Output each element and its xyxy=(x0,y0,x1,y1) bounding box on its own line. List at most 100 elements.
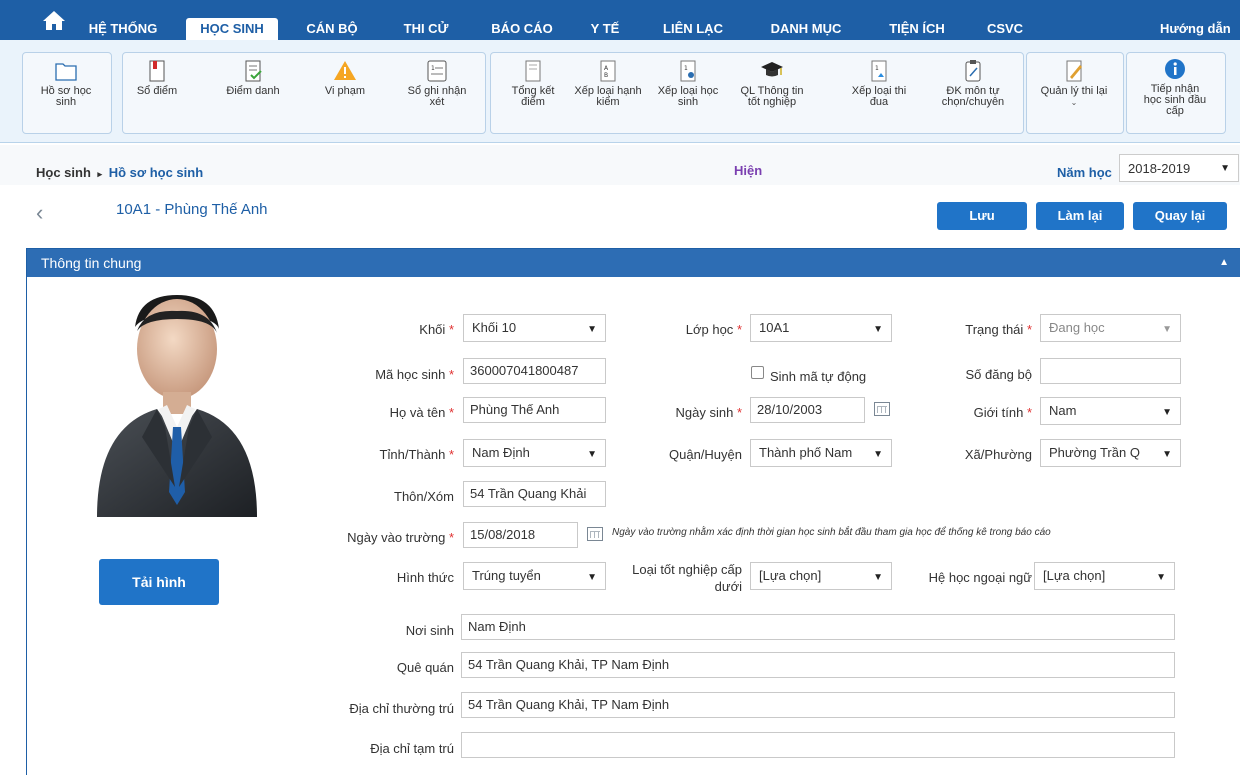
svg-text:1: 1 xyxy=(684,65,688,72)
select-khoi[interactable]: Khối 10 ▼ xyxy=(463,314,606,342)
reset-button[interactable]: Làm lại xyxy=(1036,202,1124,230)
rank-icon: 1 xyxy=(680,60,696,82)
chevron-down-icon: ▼ xyxy=(871,446,883,464)
ribbon-tiep-nhan-hoc-sinh[interactable]: Tiếp nhận học sinh đầu cấp xyxy=(1128,56,1222,117)
chevron-down-icon: ▼ xyxy=(587,572,597,583)
input-dia-chi-tam-tru[interactable] xyxy=(461,732,1175,758)
chevron-down-icon: ▼ xyxy=(1160,446,1172,464)
ribbon-tong-ket-diem[interactable]: Tổng kết điểm xyxy=(498,58,568,108)
ribbon-xep-loai-thi-dua[interactable]: 1 Xếp loại thi đua xyxy=(846,58,912,108)
nav-csvc[interactable]: CSVC xyxy=(980,18,1030,40)
warning-icon xyxy=(334,61,356,80)
label-que-quan: Quê quán xyxy=(396,660,454,675)
breadcrumb-bar: Học sinh ▸ Hồ sơ học sinh Hiện Năm học xyxy=(0,145,1240,185)
ribbon-xep-loai-hoc-sinh[interactable]: 1 Xếp loại học sinh xyxy=(650,58,726,108)
nav-danh-muc[interactable]: DANH MỤC xyxy=(758,18,854,40)
label-tinh-thanh: Tỉnh/Thành * xyxy=(379,447,454,462)
breadcrumb: Học sinh ▸ Hồ sơ học sinh xyxy=(36,165,203,180)
chevron-down-icon: ▼ xyxy=(587,324,597,335)
student-title: 10A1 - Phùng Thế Anh xyxy=(116,201,268,218)
ribbon-quan-ly-thi-lai[interactable]: Quản lý thi lại ⌄ xyxy=(1030,58,1118,108)
ribbon-so-diem[interactable]: Sổ điểm xyxy=(128,58,186,97)
select-hinh-thuc[interactable]: Trúng tuyển ▼ xyxy=(463,562,606,590)
ribbon-so-ghi-nhan-xet[interactable]: 1 Sổ ghi nhận xét xyxy=(396,58,478,108)
breadcrumb-page[interactable]: Hồ sơ học sinh xyxy=(109,165,203,180)
status-text: Hiện xyxy=(734,163,763,178)
select-xa-phuong[interactable]: Phường Trần Q ▼ xyxy=(1040,439,1181,467)
select-lop-hoc[interactable]: 10A1 ▼ xyxy=(750,314,892,342)
panel-title: Thông tin chung xyxy=(41,255,142,271)
ribbon-ho-so-hoc-sinh[interactable]: Hồ sơ học sinh xyxy=(26,58,106,108)
select-quan-huyen[interactable]: Thành phố Nam ▼ xyxy=(750,439,892,467)
chevron-down-icon: ▼ xyxy=(1220,163,1230,174)
save-button[interactable]: Lưu xyxy=(937,202,1027,230)
auto-code-checkbox[interactable] xyxy=(751,366,764,379)
conduct-icon: AB xyxy=(600,60,616,82)
breadcrumb-section[interactable]: Học sinh xyxy=(36,165,91,180)
collapse-icon[interactable]: ▲ xyxy=(1219,249,1229,277)
label-xa-phuong: Xã/Phường xyxy=(964,447,1032,462)
chevron-down-icon: ▼ xyxy=(873,572,883,583)
ribbon-dk-mon-tu-chon[interactable]: ĐK môn tự chọn/chuyên xyxy=(930,58,1016,108)
select-gioi-tinh[interactable]: Nam ▼ xyxy=(1040,397,1181,425)
breadcrumb-separator: ▸ xyxy=(97,169,103,179)
panel-header[interactable]: Thông tin chung ▲ xyxy=(27,249,1240,277)
input-dia-chi-thuong-tru[interactable]: 54 Trần Quang Khải, TP Nam Định xyxy=(461,692,1175,718)
label-noi-sinh: Nơi sinh xyxy=(405,623,454,638)
year-label: Năm học xyxy=(1057,165,1112,180)
nav-help[interactable]: Hướng dẫn xyxy=(1160,18,1240,40)
nav-bao-cao[interactable]: BÁO CÁO xyxy=(484,18,560,40)
nav-thi-cu[interactable]: THI CỬ xyxy=(393,18,459,40)
label-quan-huyen: Quận/Huyện xyxy=(669,447,742,462)
avatar xyxy=(97,295,257,517)
input-noi-sinh[interactable]: Nam Định xyxy=(461,614,1175,640)
nav-tien-ich[interactable]: TIỆN ÍCH xyxy=(877,18,957,40)
chevron-down-icon: ▼ xyxy=(587,449,597,460)
nav-hoc-sinh[interactable]: HỌC SINH xyxy=(186,18,278,40)
summary-icon xyxy=(525,60,541,82)
input-que-quan[interactable]: 54 Trần Quang Khải, TP Nam Định xyxy=(461,652,1175,678)
select-he-ngoai-ngu[interactable]: [Lựa chọn] ▼ xyxy=(1034,562,1175,590)
back-button[interactable]: Quay lại xyxy=(1133,202,1227,230)
home-icon[interactable] xyxy=(40,6,68,34)
input-thon-xom[interactable]: 54 Trần Quang Khải xyxy=(463,481,606,507)
nav-y-te[interactable]: Y TẾ xyxy=(585,18,625,40)
label-gioi-tinh: Giới tính * xyxy=(973,405,1032,420)
label-ma-hoc-sinh: Mã học sinh * xyxy=(375,367,454,382)
back-chevron-icon[interactable]: ‹ xyxy=(36,200,43,226)
nav-can-bo[interactable]: CÁN BỘ xyxy=(300,18,364,40)
select-tinh-thanh[interactable]: Nam Định ▼ xyxy=(463,439,606,467)
select-loai-tot-nghiep[interactable]: [Lựa chọn] ▼ xyxy=(750,562,892,590)
year-select[interactable]: 2018-2019 ▼ xyxy=(1119,154,1239,182)
chevron-down-icon: ▼ xyxy=(1162,407,1172,418)
svg-text:1: 1 xyxy=(431,65,435,72)
calendar-icon[interactable] xyxy=(587,527,603,541)
input-ho-ten[interactable]: Phùng Thế Anh xyxy=(463,397,606,423)
input-so-dang-bo[interactable] xyxy=(1040,358,1181,384)
label-ngay-sinh: Ngày sinh * xyxy=(675,405,743,420)
label-hinh-thuc: Hình thức xyxy=(396,570,454,585)
chevron-down-icon: ▼ xyxy=(873,324,883,335)
label-ngay-vao-truong: Ngày vào trường * xyxy=(347,530,454,545)
nav-he-thong[interactable]: HỆ THỐNG xyxy=(78,18,168,40)
input-ngay-vao-truong[interactable]: 15/08/2018 xyxy=(463,522,578,548)
label-dia-chi-tam-tru: Địa chỉ tạm trú xyxy=(370,741,454,756)
year-value: 2018-2019 xyxy=(1128,161,1191,176)
graduation-cap-icon xyxy=(761,62,783,77)
label-sinh-ma: Sinh mã tự động xyxy=(770,369,867,384)
ribbon-diem-danh[interactable]: Điểm danh xyxy=(218,58,288,97)
select-trang-thai[interactable]: Đang học ▼ xyxy=(1040,314,1181,342)
ribbon-ql-tot-nghiep[interactable]: QL Thông tin tốt nghiệp xyxy=(730,58,814,108)
input-ngay-sinh[interactable]: 28/10/2003 xyxy=(750,397,865,423)
label-dia-chi-thuong-tru: Địa chỉ thường trú xyxy=(349,701,454,716)
input-ma-hoc-sinh[interactable]: 360007041800487 xyxy=(463,358,606,384)
nav-lien-lac[interactable]: LIÊN LẠC xyxy=(651,18,735,40)
ribbon-xep-loai-hanh-kiem[interactable]: AB Xếp loại hạnh kiểm xyxy=(566,58,650,108)
upload-photo-button[interactable]: Tải hình xyxy=(99,559,219,605)
date-note: Ngày vào trường nhằm xác định thời gian … xyxy=(612,527,1051,538)
dropdown-caret-icon: ⌄ xyxy=(1070,98,1078,107)
ribbon-vi-pham[interactable]: Vi phạm xyxy=(318,58,372,97)
chevron-down-icon: ▼ xyxy=(1156,572,1166,583)
label-lop-hoc: Lớp học * xyxy=(685,322,742,337)
calendar-icon[interactable] xyxy=(874,402,890,416)
